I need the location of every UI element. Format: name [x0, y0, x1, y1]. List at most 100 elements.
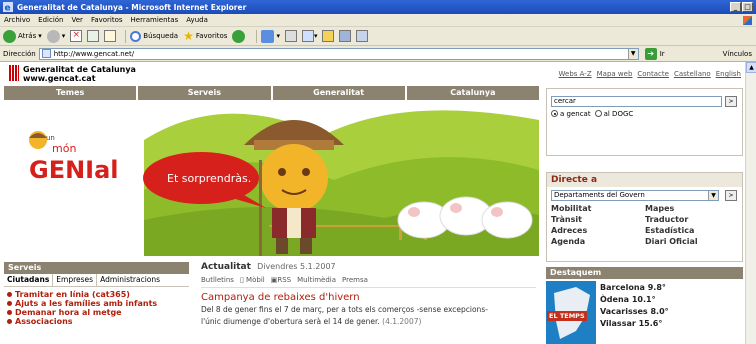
go-label[interactable]: Ir — [660, 50, 665, 58]
radio-gencat[interactable]: a gencat — [551, 109, 591, 118]
link-traductor[interactable]: Traductor — [645, 215, 739, 224]
folder-button[interactable] — [322, 30, 335, 42]
news-headline[interactable]: Campanya de rebaixes d'hivern — [201, 292, 536, 303]
minimize-button[interactable]: _ — [730, 2, 741, 12]
vertical-scrollbar[interactable]: ▲ — [745, 62, 756, 344]
search-input[interactable]: cercar — [551, 96, 722, 107]
link-transit[interactable]: Trànsit — [551, 215, 645, 224]
link-mapes[interactable]: Mapes — [645, 204, 739, 213]
temperature-list: Barcelona 9.8° Òdena 10.1° Vacarisses 8.… — [600, 282, 669, 330]
menu-favoritos[interactable]: Favoritos — [91, 16, 123, 24]
bullet-icon — [7, 292, 12, 297]
home-button[interactable] — [104, 30, 117, 42]
nav-temes[interactable]: Temes — [4, 86, 139, 100]
windows-logo-icon — [743, 16, 752, 25]
link-mapa-web[interactable]: Mapa web — [597, 70, 633, 78]
bullet-icon — [7, 301, 12, 306]
list-item[interactable]: Demanar hora al metge — [7, 308, 186, 317]
list-item[interactable]: Associacions — [7, 317, 186, 326]
link-diari-oficial[interactable]: Diari Oficial — [645, 237, 739, 246]
search-button[interactable]: Búsqueda — [130, 30, 179, 42]
edit-button[interactable]: ▾ — [301, 30, 317, 42]
bullet-icon — [7, 319, 12, 324]
directe-links: Mobilitat Mapes Trànsit Traductor Adrece… — [551, 204, 739, 246]
mail-icon — [261, 29, 275, 43]
go-button[interactable]: ➔ — [644, 47, 657, 60]
stop-button[interactable]: × — [70, 30, 83, 42]
link-rss[interactable]: ▣RSS — [271, 276, 291, 284]
refresh-button[interactable] — [87, 30, 100, 42]
star-icon: ★ — [183, 29, 194, 43]
sheep-group — [397, 196, 533, 239]
link-premsa[interactable]: Premsa — [342, 276, 368, 284]
link-agenda[interactable]: Agenda — [551, 237, 645, 246]
link-mobilitat[interactable]: Mobilitat — [551, 204, 645, 213]
favorites-button[interactable]: ★ Favoritos — [183, 29, 227, 43]
stop-icon: × — [70, 30, 83, 42]
actualitat-header: Actualitat Divendres 5.1.2007 — [201, 262, 536, 272]
generalitat-flag-icon — [9, 65, 19, 81]
banner-illustration: Et sorprendràs. un món GENIal — [29, 110, 539, 256]
tab-administracions[interactable]: Administracions — [97, 274, 163, 286]
chevron-down-icon[interactable]: ▼ — [627, 48, 638, 59]
link-webs-az[interactable]: Webs A-Z — [559, 70, 592, 78]
address-bar: Dirección http://www.gencat.net/ ▼ ➔ Ir … — [0, 46, 756, 62]
scroll-up-icon[interactable]: ▲ — [746, 62, 756, 73]
list-item[interactable]: Tramitar en línia (cat365) — [7, 290, 186, 299]
brand-mon: món — [52, 142, 76, 155]
link-butlletins[interactable]: Butlletins — [201, 276, 234, 284]
chevron-down-icon[interactable]: ▼ — [708, 191, 718, 200]
top-links: Webs A-Z Mapa web Contacte Castellano En… — [559, 70, 741, 78]
menu-archivo[interactable]: Archivo — [4, 16, 30, 24]
tab-ciutadans[interactable]: Ciutadans — [4, 274, 54, 286]
weather-map[interactable]: EL TEMPS — [546, 281, 596, 344]
links-toolbar[interactable]: Vínculos — [723, 50, 752, 58]
address-input[interactable]: http://www.gencat.net/ ▼ — [38, 47, 639, 60]
directe-go-button[interactable]: > — [725, 190, 737, 201]
refresh-icon — [87, 30, 100, 42]
temp-odena: Òdena 10.1° — [600, 295, 656, 304]
maximize-button[interactable]: □ — [742, 2, 753, 12]
search-submit-button[interactable]: > — [725, 96, 737, 107]
radio-dogc[interactable]: al DOGC — [594, 109, 634, 118]
link-mobil[interactable]: ▯ Mòbil — [240, 276, 265, 284]
link-multimedia[interactable]: Multimèdia — [297, 276, 336, 284]
link-rss-label: RSS — [277, 276, 292, 284]
nav-catalunya[interactable]: Catalunya — [406, 86, 539, 100]
radio-icon — [551, 110, 558, 117]
search-label: Búsqueda — [143, 32, 179, 40]
favorites-label: Favoritos — [195, 32, 228, 40]
forward-button[interactable]: ▾ — [46, 29, 65, 43]
departments-select-value: Departaments del Govern — [554, 191, 645, 199]
link-estadistica[interactable]: Estadística — [645, 226, 739, 235]
tab-empreses[interactable]: Empreses — [53, 274, 98, 286]
link-english[interactable]: English — [716, 70, 741, 78]
list-item[interactable]: Ajuts a les famílies amb infants — [7, 299, 186, 308]
folder-icon — [322, 30, 335, 42]
menu-herramientas[interactable]: Herramientas — [131, 16, 179, 24]
departments-select[interactable]: Departaments del Govern ▼ — [551, 190, 719, 201]
link-adreces[interactable]: Adreces — [551, 226, 645, 235]
menu-ver[interactable]: Ver — [72, 16, 83, 24]
promo-banner[interactable]: Et sorprendràs. un món GENIal — [4, 100, 539, 256]
radio-dogc-label: al DOGC — [603, 110, 634, 118]
link-contacte[interactable]: Contacte — [637, 70, 669, 78]
speech-text: Et sorprendràs. — [167, 172, 251, 185]
mail-button[interactable]: ▾ — [261, 29, 280, 43]
site-logo[interactable]: Generalitat de Catalunya www.gencat.cat — [9, 65, 136, 83]
back-button[interactable]: Atrás ▾ — [3, 29, 42, 43]
print-button[interactable] — [284, 30, 297, 42]
menu-ayuda[interactable]: Ayuda — [186, 16, 208, 24]
discuss-button[interactable] — [339, 30, 352, 42]
nav-generalitat[interactable]: Generalitat — [272, 86, 407, 100]
search-scope: a gencat al DOGC — [551, 109, 633, 118]
nav-serveis[interactable]: Serveis — [138, 86, 273, 100]
link-castellano[interactable]: Castellano — [674, 70, 711, 78]
menu-edicion[interactable]: Edición — [38, 16, 63, 24]
back-label: Atrás — [18, 32, 37, 40]
actualitat-title: Actualitat — [201, 262, 251, 272]
web-page: Generalitat de Catalunya www.gencat.cat … — [0, 62, 745, 344]
messenger-button[interactable] — [356, 30, 369, 42]
history-button[interactable] — [232, 29, 247, 43]
home-icon — [104, 30, 117, 42]
